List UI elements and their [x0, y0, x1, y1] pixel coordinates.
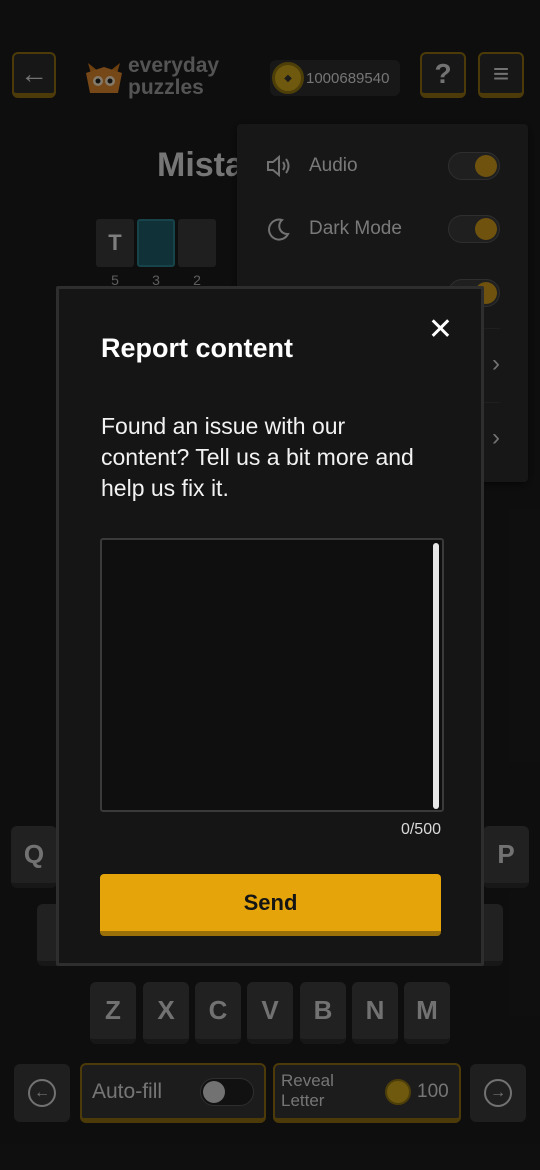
send-button[interactable]: Send	[100, 874, 441, 936]
character-counter: 0/500	[400, 821, 441, 838]
textarea-scrollbar[interactable]	[433, 543, 439, 809]
dialog-title: Report content	[101, 333, 293, 363]
dialog-description: Found an issue with our content? Tell us…	[101, 413, 414, 501]
close-icon[interactable]: ✕	[428, 315, 453, 345]
report-content-dialog: ✕ Report content Found an issue with our…	[56, 286, 484, 966]
report-textarea[interactable]	[100, 538, 444, 812]
